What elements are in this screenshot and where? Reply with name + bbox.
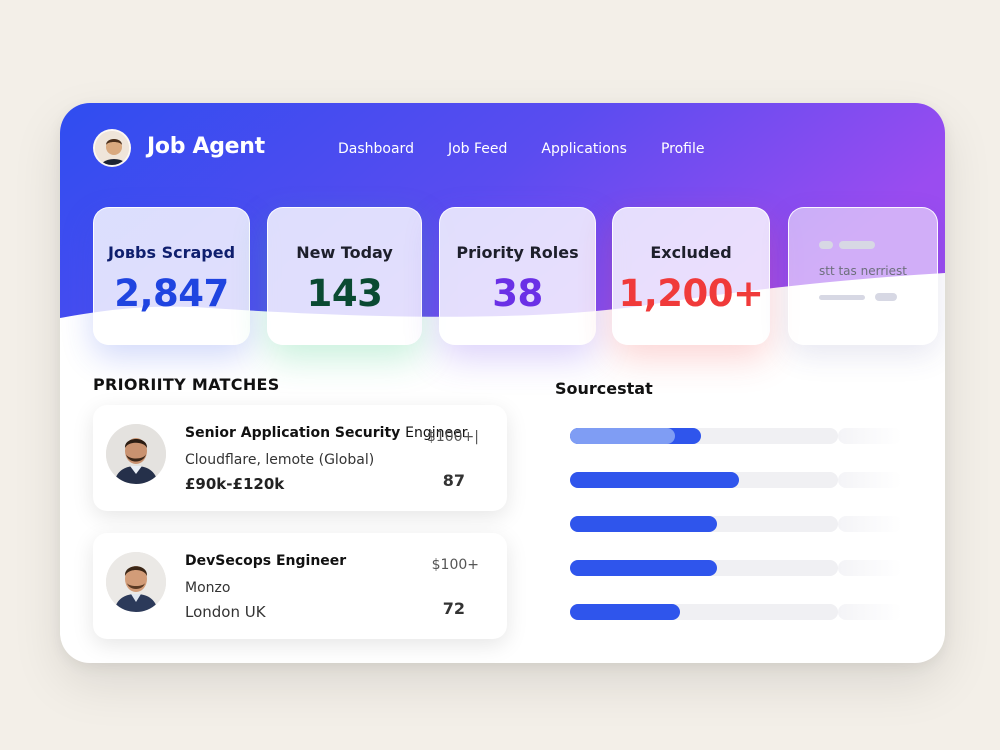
match-card[interactable]: DevSecops Engineer Monzo London UK $100+… [93, 533, 507, 639]
source-bar-track [570, 604, 838, 620]
stat-value: 2,847 [114, 272, 229, 315]
ghost-label: stt tas nerriest [819, 264, 907, 278]
source-bar-fill [570, 472, 739, 488]
dashboard-window: Job Agent Dashboard Job Feed Application… [60, 103, 945, 663]
match-score: 87 [442, 471, 465, 490]
source-bar-fill [570, 604, 680, 620]
ghost-pill [819, 241, 833, 249]
source-bar-fade [838, 604, 902, 620]
match-salary-tag: $100+| [426, 429, 479, 445]
match-title-main: DevSecops Engineer [185, 553, 347, 569]
user-avatar[interactable] [93, 129, 131, 167]
stat-value: 38 [492, 272, 543, 315]
nav-applications[interactable]: Applications [541, 141, 627, 157]
source-bar-highlight [570, 428, 675, 444]
source-bar-fill [570, 560, 717, 576]
stat-label: Priority Roles [456, 243, 579, 262]
stat-label: Joвbs Scraped [107, 243, 236, 262]
ghost-pill [839, 241, 875, 249]
stat-label: New Today [296, 243, 393, 262]
nav-profile[interactable]: Profile [661, 141, 705, 157]
nav-dashboard[interactable]: Dashboard [338, 141, 414, 157]
nav-job-feed[interactable]: Job Feed [448, 141, 507, 157]
match-title-main: Senior Application Security [185, 425, 401, 441]
app-title: Job Agent [147, 134, 265, 159]
source-stats-title: Sourcestat [555, 379, 653, 398]
source-bar-track [570, 560, 838, 576]
match-card[interactable]: Senior Application Security Engineer Clo… [93, 405, 507, 511]
match-company: Monzo [185, 580, 231, 596]
ghost-pill [875, 293, 897, 301]
source-bar-fade [838, 516, 902, 532]
main-nav: Dashboard Job Feed Applications Profile [338, 141, 738, 157]
stat-card-excluded[interactable]: Excluded 1,200+ [612, 207, 770, 345]
stat-card-new-today[interactable]: New Today 143 [267, 207, 422, 345]
match-salary-range: £90k-£120k [185, 475, 285, 493]
match-title: Senior Application Security Engineer [185, 425, 468, 441]
priority-matches-title: PRIORIITY MATCHES [93, 375, 280, 394]
stat-value: 143 [306, 272, 383, 315]
source-bar-track [570, 472, 838, 488]
match-company: Cloudflare, lemote (Global) [185, 452, 375, 468]
source-bar-track [570, 516, 838, 532]
source-bar-track [570, 428, 838, 444]
stat-card-ghost[interactable]: stt tas nerriest [788, 207, 938, 345]
match-salary-tag: $100+ [431, 557, 479, 573]
match-location: London UK [185, 603, 266, 621]
match-title: DevSecops Engineer [185, 553, 346, 569]
match-score: 72 [442, 599, 465, 618]
candidate-avatar [106, 424, 166, 484]
stat-label: Excluded [650, 243, 732, 262]
source-bar-fade [838, 428, 902, 444]
stat-card-priority-roles[interactable]: Priority Roles 38 [439, 207, 596, 345]
ghost-pill [819, 295, 865, 300]
stat-card-jobs-scraped[interactable]: Joвbs Scraped 2,847 [93, 207, 250, 345]
top-header: Job Agent Dashboard Job Feed Application… [60, 103, 945, 195]
stat-value: 1,200+ [618, 272, 764, 315]
candidate-avatar [106, 552, 166, 612]
source-bar-fade [838, 560, 902, 576]
source-bar-fill [570, 516, 717, 532]
source-bar-fade [838, 472, 902, 488]
